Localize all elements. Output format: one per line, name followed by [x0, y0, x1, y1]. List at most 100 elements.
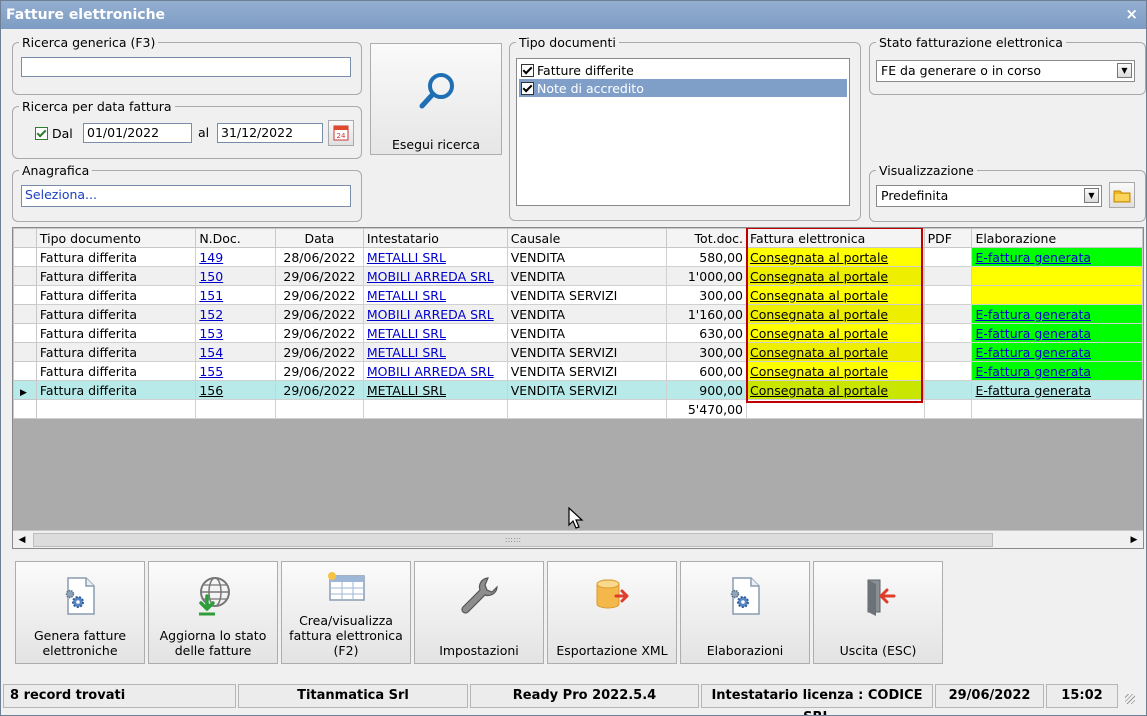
cell-ndoc[interactable]: 156 — [195, 380, 276, 400]
cell-elaborazione[interactable]: E-fattura generata — [971, 304, 1143, 324]
cell-elaborazione-link[interactable]: E-fattura generata — [975, 307, 1091, 322]
cell-elaborazione[interactable]: E-fattura generata — [971, 247, 1143, 267]
cell-intestatario[interactable]: MOBILI ARREDA SRL — [362, 266, 508, 286]
cell-elaborazione-link[interactable]: E-fattura generata — [975, 326, 1091, 341]
cell-intestatario[interactable]: METALLI SRL — [362, 285, 508, 305]
table-row[interactable]: Fattura differita 152 29/06/2022 MOBILI ARR… — [13, 304, 1143, 324]
execute-search-button[interactable]: Esegui ricerca — [370, 43, 502, 155]
scroll-right-icon[interactable]: ▶ — [1125, 531, 1143, 548]
cell-ndoc-link[interactable]: 151 — [199, 288, 223, 303]
cell-intestatario-link[interactable]: MOBILI ARREDA SRL — [367, 307, 494, 322]
cell-fattura-elettronica-link[interactable]: Consegnata al portale — [750, 345, 888, 360]
view-folder-button[interactable] — [1109, 182, 1135, 208]
resize-grip-icon[interactable] — [1125, 694, 1135, 704]
cell-intestatario[interactable]: METALLI SRL — [362, 323, 508, 343]
scroll-thumb[interactable]: :::::: — [33, 533, 993, 547]
table-row[interactable]: Fattura differita 151 29/06/2022 METALLI SR… — [13, 285, 1143, 305]
row-header[interactable] — [13, 285, 37, 305]
anagrafica-select[interactable]: Seleziona... — [21, 185, 351, 207]
generate-invoices-button[interactable]: Genera fatture elettroniche — [15, 561, 145, 664]
cell-intestatario-link[interactable]: MOBILI ARREDA SRL — [367, 269, 494, 284]
cell-fattura-elettronica[interactable]: Consegnata al portale — [746, 342, 925, 362]
cell-fattura-elettronica-link[interactable]: Consegnata al portale — [750, 364, 888, 379]
elaborations-button[interactable]: Elaborazioni — [680, 561, 810, 664]
cell-intestatario-link[interactable]: METALLI SRL — [367, 250, 446, 265]
col-header[interactable]: Tipo documento — [35, 228, 197, 248]
cell-ndoc-link[interactable]: 154 — [199, 345, 223, 360]
table-row[interactable]: Fattura differita 154 29/06/2022 METALLI SR… — [13, 342, 1143, 362]
cell-elaborazione-link[interactable]: E-fattura generata — [975, 250, 1091, 265]
row-header[interactable] — [13, 247, 37, 267]
cell-intestatario[interactable]: METALLI SRL — [362, 380, 508, 400]
col-header[interactable]: PDF — [923, 228, 973, 248]
cell-elaborazione[interactable]: E-fattura generata — [971, 380, 1143, 400]
cell-ndoc[interactable]: 155 — [195, 361, 276, 381]
cell-ndoc[interactable]: 154 — [195, 342, 276, 362]
cell-fattura-elettronica[interactable]: Consegnata al portale — [746, 304, 925, 324]
row-header[interactable] — [13, 304, 37, 324]
exit-button[interactable]: Uscita (ESC) — [813, 561, 943, 664]
col-header[interactable]: Data — [274, 228, 364, 248]
cell-intestatario[interactable]: MOBILI ARREDA SRL — [362, 304, 508, 324]
row-header[interactable]: ▶ — [13, 380, 37, 400]
date-to-input[interactable]: 31/12/2022 — [217, 123, 323, 143]
xml-export-button[interactable]: Esportazione XML — [547, 561, 677, 664]
scroll-left-icon[interactable]: ◀ — [13, 531, 31, 548]
generic-search-input[interactable] — [21, 57, 351, 77]
table-row[interactable]: Fattura differita 153 29/06/2022 METALLI SR… — [13, 323, 1143, 343]
col-header[interactable]: Elaborazione — [971, 228, 1143, 248]
cell-ndoc-link[interactable]: 150 — [199, 269, 223, 284]
chevron-down-icon[interactable]: ▼ — [1084, 188, 1099, 203]
cell-fattura-elettronica[interactable]: Consegnata al portale — [746, 380, 925, 400]
calendar-button[interactable]: 24 — [328, 120, 354, 146]
cell-ndoc[interactable]: 150 — [195, 266, 276, 286]
table-row[interactable]: ▶ Fattura differita 156 29/06/2022 METALLI S… — [13, 380, 1143, 400]
cell-ndoc-link[interactable]: 152 — [199, 307, 223, 322]
cell-ndoc[interactable]: 153 — [195, 323, 276, 343]
cell-intestatario-link[interactable]: MOBILI ARREDA SRL — [367, 364, 494, 379]
chevron-down-icon[interactable]: ▼ — [1117, 63, 1132, 78]
cell-elaborazione-link[interactable]: E-fattura generata — [975, 364, 1091, 379]
cell-fattura-elettronica-link[interactable]: Consegnata al portale — [750, 269, 888, 284]
cell-intestatario-link[interactable]: METALLI SRL — [367, 383, 446, 398]
doc-type-checkbox[interactable] — [521, 64, 534, 77]
col-header[interactable]: Fattura elettronica — [746, 228, 925, 248]
table-row[interactable]: Fattura differita 150 29/06/2022 MOBILI ARR… — [13, 266, 1143, 286]
row-header[interactable] — [13, 323, 37, 343]
cell-fattura-elettronica-link[interactable]: Consegnata al portale — [750, 383, 888, 398]
cell-intestatario[interactable]: METALLI SRL — [362, 247, 508, 267]
cell-elaborazione[interactable]: E-fattura generata — [971, 342, 1143, 362]
cell-fattura-elettronica-link[interactable]: Consegnata al portale — [750, 326, 888, 341]
cell-ndoc[interactable]: 151 — [195, 285, 276, 305]
cell-ndoc[interactable]: 152 — [195, 304, 276, 324]
cell-intestatario-link[interactable]: METALLI SRL — [367, 288, 446, 303]
update-status-button[interactable]: Aggiorna lo stato delle fatture — [148, 561, 278, 664]
col-header[interactable]: Tot.doc. — [666, 228, 747, 248]
cell-fattura-elettronica[interactable]: Consegnata al portale — [746, 285, 925, 305]
doc-type-item[interactable]: Note di accredito — [519, 79, 847, 97]
row-header[interactable] — [13, 266, 37, 286]
col-header[interactable]: Intestatario — [362, 228, 508, 248]
cell-fattura-elettronica-link[interactable]: Consegnata al portale — [750, 288, 888, 303]
col-header[interactable]: N.Doc. — [195, 228, 276, 248]
doc-type-item[interactable]: Fatture differite — [519, 61, 847, 79]
fe-state-select[interactable]: FE da generare o in corso ▼ — [876, 60, 1135, 82]
cell-intestatario[interactable]: METALLI SRL — [362, 342, 508, 362]
horizontal-scrollbar[interactable]: ◀ :::::: ▶ — [13, 530, 1143, 548]
create-view-einvoice-button[interactable]: Crea/visualizza fattura elettronica (F2) — [281, 561, 411, 664]
title-bar[interactable]: Fatture elettroniche × — [1, 1, 1146, 29]
cell-ndoc-link[interactable]: 156 — [199, 383, 223, 398]
cell-elaborazione-link[interactable]: E-fattura generata — [975, 345, 1091, 360]
cell-fattura-elettronica[interactable]: Consegnata al portale — [746, 361, 925, 381]
cell-fattura-elettronica-link[interactable]: Consegnata al portale — [750, 250, 888, 265]
row-header[interactable] — [13, 361, 37, 381]
cell-elaborazione-link[interactable]: E-fattura generata — [975, 383, 1091, 398]
table-row[interactable]: Fattura differita 155 29/06/2022 MOBILI ARR… — [13, 361, 1143, 381]
cell-ndoc-link[interactable]: 153 — [199, 326, 223, 341]
settings-button[interactable]: Impostazioni — [414, 561, 544, 664]
doc-type-checkbox[interactable] — [521, 82, 534, 95]
dal-checkbox[interactable] — [35, 127, 48, 140]
cell-intestatario-link[interactable]: METALLI SRL — [367, 326, 446, 341]
cell-elaborazione[interactable]: E-fattura generata — [971, 361, 1143, 381]
view-select[interactable]: Predefinita ▼ — [876, 185, 1102, 207]
